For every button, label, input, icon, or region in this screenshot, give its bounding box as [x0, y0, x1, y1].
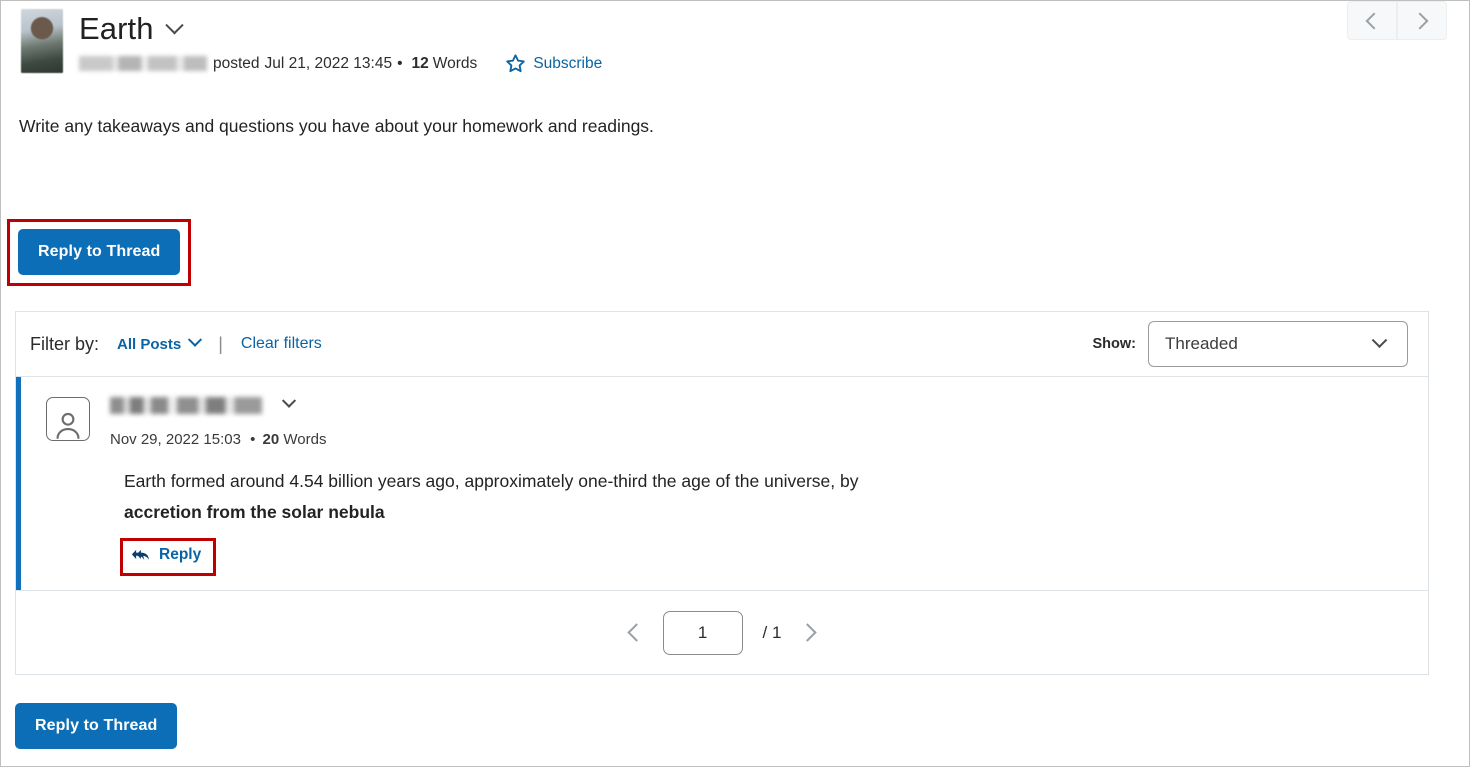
post-word-count: 20 — [262, 431, 280, 448]
person-silhouette-icon — [56, 412, 80, 439]
discussion-thread-page: Earth posted Jul 21, 2022 13:45 • 12 Wor… — [0, 0, 1470, 767]
post-date: Nov 29, 2022 15:03 — [110, 431, 241, 448]
chevron-down-icon — [1371, 331, 1388, 348]
star-outline-icon — [506, 54, 526, 73]
user-photo-avatar — [21, 9, 63, 73]
previous-thread-button[interactable] — [1347, 1, 1397, 40]
word-count: 12 — [411, 54, 429, 72]
thread-description: Write any takeaways and questions you ha… — [19, 116, 654, 136]
reply-label: Reply — [159, 546, 202, 563]
words-label: Words — [432, 54, 478, 72]
thread-meta: posted Jul 21, 2022 13:45 • 12 Words Sub… — [79, 53, 602, 74]
reply-annotation: Reply — [120, 538, 217, 576]
page-title: Earth — [79, 11, 154, 46]
reply-to-thread-bottom-wrap: Reply to Thread — [15, 703, 178, 749]
post-meta: Nov 29, 2022 15:03 • 20 Words — [110, 431, 1408, 448]
posted-date: Jul 21, 2022 13:45 — [264, 54, 393, 72]
posts-panel: Filter by: All Posts | Clear filters Sho… — [15, 311, 1429, 675]
posted-prefix: posted — [213, 54, 260, 72]
reply-to-thread-button-bottom[interactable]: Reply to Thread — [15, 703, 178, 749]
chevron-down-icon[interactable] — [164, 15, 184, 34]
chevron-right-icon — [1411, 12, 1429, 29]
chevron-right-icon[interactable] — [798, 623, 818, 642]
show-label: Show: — [1092, 336, 1137, 352]
all-posts-dropdown[interactable]: All Posts — [117, 332, 203, 353]
chevron-left-icon — [1365, 12, 1383, 29]
post-accent-bar — [16, 377, 21, 590]
reply-to-thread-button-top[interactable]: Reply to Thread — [18, 229, 181, 275]
thread-navigation — [1347, 1, 1447, 40]
post-meta-separator: • — [250, 431, 256, 448]
author-name-redacted — [79, 56, 207, 71]
clear-filters-link[interactable]: Clear filters — [241, 335, 322, 353]
subscribe-label: Subscribe — [533, 54, 603, 72]
next-thread-button[interactable] — [1397, 1, 1447, 40]
subscribe-button[interactable]: Subscribe — [505, 53, 602, 74]
reply-button[interactable]: Reply — [131, 546, 201, 564]
post-words-label: Words — [283, 431, 327, 448]
page-total-label: / 1 — [762, 622, 782, 642]
pagination: / 1 — [16, 591, 1428, 674]
show-mode-value: Threaded — [1165, 334, 1238, 353]
show-mode-select[interactable]: Threaded — [1148, 321, 1408, 367]
post-body-plain: Earth formed around 4.54 billion years a… — [124, 471, 859, 491]
post-body: Earth formed around 4.54 billion years a… — [124, 466, 914, 528]
chevron-left-icon[interactable] — [626, 623, 646, 642]
post-body-bold: accretion from the solar nebula — [124, 502, 385, 522]
post-avatar — [46, 397, 90, 441]
post-author-name-redacted — [110, 396, 262, 414]
meta-separator: • — [397, 54, 403, 72]
reply-arrow-icon — [131, 549, 149, 560]
thread-header: Earth posted Jul 21, 2022 13:45 • 12 Wor… — [1, 1, 1469, 74]
chevron-down-icon — [188, 332, 203, 347]
post-item: Nov 29, 2022 15:03 • 20 Words Earth form… — [16, 377, 1428, 591]
reply-to-thread-annotation: Reply to Thread — [7, 219, 192, 286]
filter-by-label: Filter by: — [30, 333, 100, 354]
filter-separator: | — [218, 333, 223, 354]
filter-bar: Filter by: All Posts | Clear filters Sho… — [16, 312, 1428, 377]
page-number-input[interactable] — [662, 610, 743, 655]
chevron-down-icon[interactable] — [281, 393, 297, 408]
all-posts-label: All Posts — [117, 335, 182, 353]
